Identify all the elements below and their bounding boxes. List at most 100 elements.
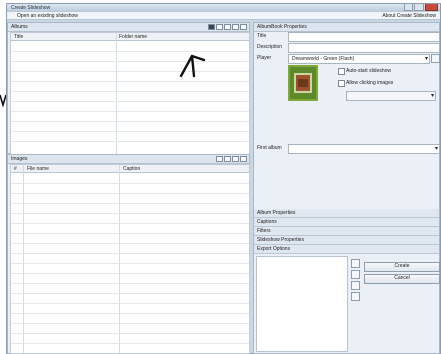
autostart-checkbox[interactable]: [338, 68, 345, 75]
table-row: [11, 323, 249, 324]
minimize-button[interactable]: [404, 4, 414, 11]
move-up-album-button[interactable]: [232, 24, 239, 30]
handdrawn-arrow-annotation: [179, 54, 206, 78]
chevron-down-icon: ▾: [430, 93, 434, 99]
images-header: Images: [8, 155, 249, 164]
properties-header: AlbumBook Properties: [254, 23, 439, 32]
player-select-value: Dreamworld - Green (Flash): [292, 56, 355, 62]
table-row: [11, 293, 249, 294]
images-grid-header: # File name Caption: [11, 165, 249, 173]
description-field[interactable]: [288, 43, 440, 53]
images-toolbar: [216, 156, 247, 162]
top-toolbar: Open an existing slideshow About Create …: [7, 12, 440, 20]
allow-clicking-checkbox[interactable]: [338, 80, 345, 87]
log-area[interactable]: [256, 256, 348, 352]
col-caption[interactable]: Caption: [123, 166, 140, 172]
move-up-image-button[interactable]: [232, 156, 239, 162]
images-grid[interactable]: # File name Caption: [10, 164, 250, 354]
add-image-button[interactable]: [216, 156, 223, 162]
first-album-select[interactable]: ▾: [288, 144, 440, 154]
table-row: [11, 101, 249, 102]
chevron-down-icon: ▾: [434, 146, 438, 152]
table-row: [11, 253, 249, 254]
chevron-down-icon: ▾: [424, 56, 428, 62]
side-button-4[interactable]: [351, 292, 360, 301]
table-row: [11, 141, 249, 142]
albums-title: Albums: [11, 24, 28, 30]
create-slideshow-window: Create Slideshow Open an existing slides…: [6, 3, 441, 354]
table-row: [11, 61, 249, 62]
table-row: [11, 303, 249, 304]
albums-header: Albums: [8, 23, 249, 32]
player-settings-icon[interactable]: [431, 54, 440, 63]
move-down-album-button[interactable]: [240, 24, 247, 30]
col-title[interactable]: Title: [14, 34, 23, 40]
table-row: [11, 71, 249, 72]
properties-title: AlbumBook Properties: [257, 24, 307, 30]
create-button[interactable]: Create: [364, 262, 440, 272]
table-row: [11, 81, 249, 82]
description-label: Description: [257, 44, 283, 50]
handdrawn-mark-annotation: [0, 94, 6, 107]
table-row: [11, 243, 249, 244]
images-title: Images: [11, 156, 28, 162]
cancel-button[interactable]: Cancel: [364, 274, 440, 284]
player-label: Player: [257, 55, 272, 61]
table-row: [11, 233, 249, 234]
side-button-3[interactable]: [351, 281, 360, 290]
table-row: [11, 263, 249, 264]
player-preview-image: [288, 65, 318, 101]
table-row: [11, 203, 249, 204]
add-album-button[interactable]: [208, 24, 215, 30]
section-label: Captions: [257, 219, 277, 225]
table-row: [11, 51, 249, 52]
remove-image-button[interactable]: [224, 156, 231, 162]
section-label: Album Properties: [257, 210, 296, 216]
table-row: [11, 131, 249, 132]
table-row: [11, 283, 249, 284]
edit-album-button[interactable]: [216, 24, 223, 30]
images-panel: Images # File name Caption: [7, 154, 250, 354]
properties-panel: AlbumBook Properties Title Description P…: [253, 22, 440, 354]
albums-toolbar: [208, 24, 247, 30]
col-folder-name[interactable]: Folder name: [119, 34, 147, 40]
section-label: Slideshow Properties: [257, 237, 304, 243]
remove-album-button[interactable]: [224, 24, 231, 30]
table-row: [11, 273, 249, 274]
section-filters[interactable]: Filters: [254, 227, 439, 236]
autostart-label: Auto-start slideshow: [346, 68, 392, 74]
about-link[interactable]: About Create Slideshow: [382, 13, 436, 19]
title-bar: Create Slideshow: [7, 4, 440, 12]
title-field[interactable]: [288, 32, 440, 42]
col-number[interactable]: #: [14, 166, 17, 172]
albums-panel: Albums Title Folder name: [7, 22, 250, 155]
player-select[interactable]: Dreamworld - Green (Flash) ▾: [288, 54, 430, 64]
section-label: Filters: [257, 228, 271, 234]
albums-grid[interactable]: Title Folder name: [10, 32, 250, 155]
section-export-options[interactable]: Export Options: [254, 245, 439, 254]
table-row: [11, 213, 249, 214]
allow-clicking-label: Allow clicking images: [346, 80, 394, 86]
window-controls: [404, 4, 438, 11]
title-label: Title: [257, 33, 267, 39]
section-slideshow-properties[interactable]: Slideshow Properties: [254, 236, 439, 245]
table-row: [11, 193, 249, 194]
section-album-properties[interactable]: Album Properties: [254, 209, 439, 218]
open-existing-link[interactable]: Open an existing slideshow: [17, 13, 78, 19]
side-button-1[interactable]: [351, 259, 360, 268]
albums-grid-header: Title Folder name: [11, 33, 249, 41]
table-row: [11, 121, 249, 122]
close-button[interactable]: [424, 4, 438, 11]
table-row: [11, 313, 249, 314]
move-down-image-button[interactable]: [240, 156, 247, 162]
click-behavior-select[interactable]: ▾: [346, 91, 436, 101]
col-file-name[interactable]: File name: [27, 166, 49, 172]
maximize-button[interactable]: [414, 4, 424, 11]
table-row: [11, 91, 249, 92]
section-captions[interactable]: Captions: [254, 218, 439, 227]
section-label: Export Options: [257, 246, 291, 252]
table-row: [11, 223, 249, 224]
table-row: [11, 333, 249, 334]
table-row: [11, 183, 249, 184]
side-button-2[interactable]: [351, 270, 360, 279]
